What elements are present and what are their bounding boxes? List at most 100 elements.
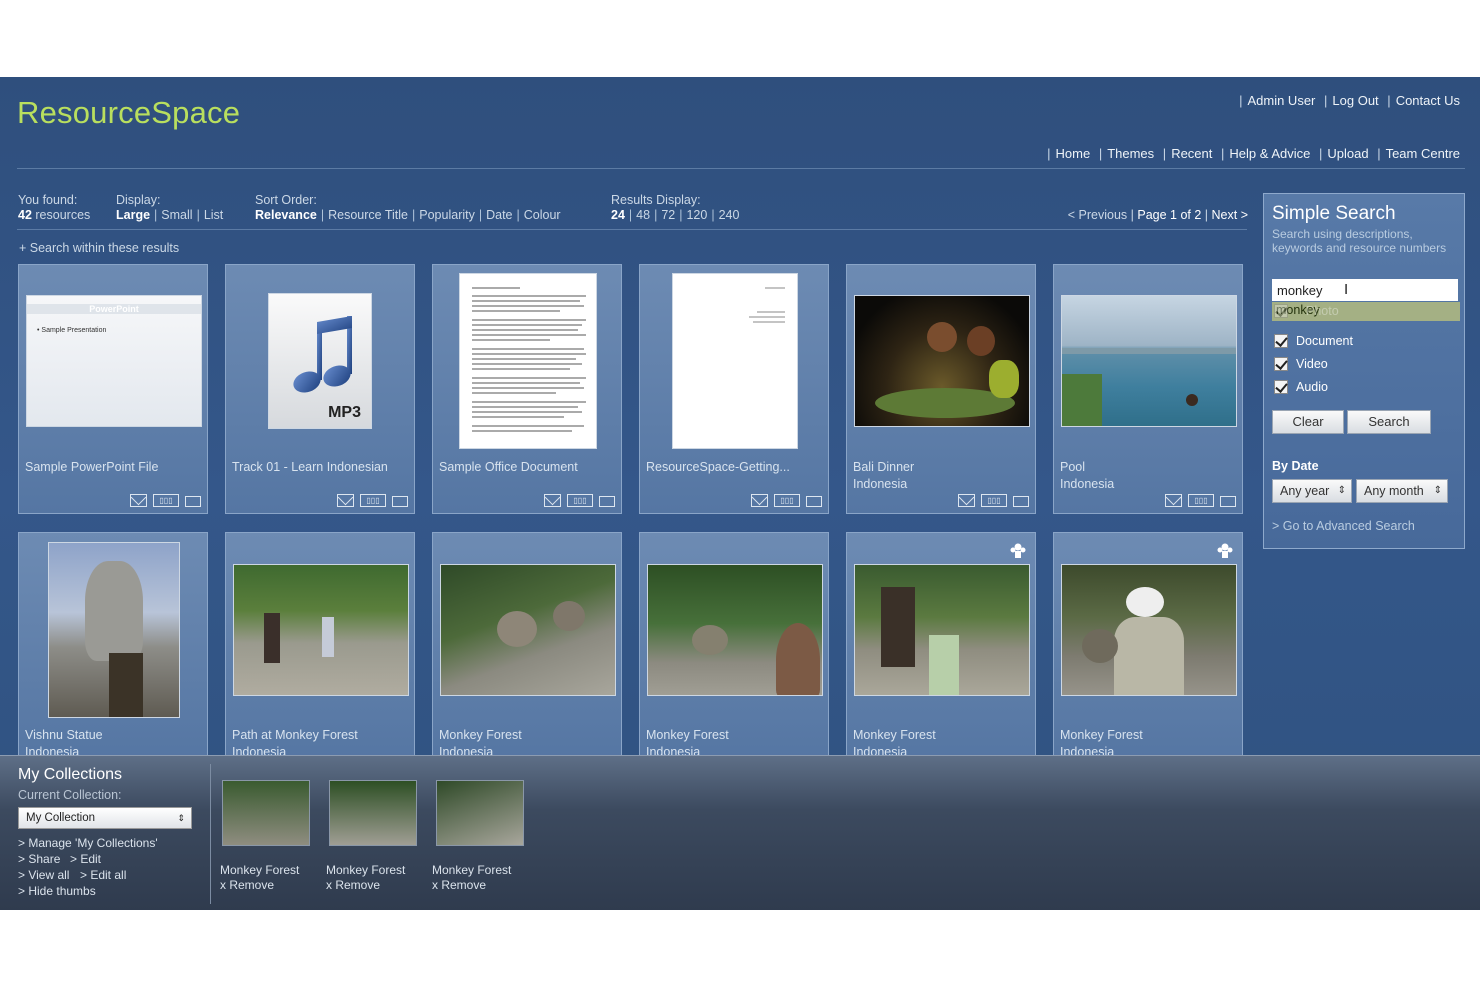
add-to-collection-icon[interactable]: ▯▯▯	[360, 494, 386, 507]
email-icon[interactable]	[130, 494, 147, 507]
resource-thumbnail[interactable]	[854, 564, 1030, 696]
search-button[interactable]: Search	[1347, 410, 1431, 434]
nav-themes[interactable]: Themes	[1107, 146, 1154, 161]
manage-collections-link[interactable]: > Manage 'My Collections'	[18, 836, 158, 850]
contact-us-link[interactable]: Contact Us	[1396, 93, 1460, 108]
advanced-search-link[interactable]: > Go to Advanced Search	[1272, 519, 1415, 533]
type-photo[interactable]: Photo	[1274, 304, 1339, 318]
next-link[interactable]: Next >	[1212, 208, 1248, 222]
resource-title[interactable]: ResourceSpace-Getting...	[646, 459, 790, 476]
remove-link[interactable]: x Remove	[220, 878, 299, 893]
display-large[interactable]: Large	[116, 208, 150, 222]
sort-popularity[interactable]: Popularity	[419, 208, 475, 222]
display-list[interactable]: List	[204, 208, 223, 222]
share-link[interactable]: > Share	[18, 852, 60, 866]
resource-title-text[interactable]: Pool	[1060, 459, 1114, 476]
resource-thumbnail[interactable]	[459, 273, 597, 449]
per-page-72[interactable]: 72	[661, 208, 675, 222]
resource-tile[interactable]: Monkey Forest Indonesia	[639, 532, 829, 762]
edit-all-link[interactable]: > Edit all	[80, 868, 126, 882]
email-icon[interactable]	[337, 494, 354, 507]
resource-thumbnail[interactable]	[48, 542, 180, 718]
type-video[interactable]: Video	[1274, 357, 1328, 371]
sort-date[interactable]: Date	[486, 208, 512, 222]
preview-icon[interactable]	[806, 496, 822, 507]
type-document[interactable]: Document	[1274, 334, 1353, 348]
resource-tile[interactable]: Pool Indonesia ▯▯▯	[1053, 264, 1243, 514]
collection-thumbnail[interactable]	[329, 780, 417, 846]
previous-link[interactable]: < Previous	[1068, 208, 1127, 222]
collection-select[interactable]: My Collection ⇕	[18, 807, 192, 829]
nav-team-centre[interactable]: Team Centre	[1386, 146, 1460, 161]
resource-title-text[interactable]: Monkey Forest	[1060, 727, 1143, 744]
search-input[interactable]	[1272, 279, 1458, 301]
resource-thumbnail[interactable]	[1061, 564, 1237, 696]
sort-relevance[interactable]: Relevance	[255, 208, 317, 222]
add-to-collection-icon[interactable]: ▯▯▯	[981, 494, 1007, 507]
preview-icon[interactable]	[185, 496, 201, 507]
resource-title[interactable]: Sample Office Document	[439, 459, 578, 476]
logo[interactable]: ResourceSpace	[17, 95, 240, 131]
resource-tile[interactable]: Sample Office Document ▯▯▯	[432, 264, 622, 514]
resource-tile[interactable]: Path at Monkey Forest Indonesia	[225, 532, 415, 762]
remove-link[interactable]: x Remove	[432, 878, 511, 893]
hide-thumbs-link[interactable]: > Hide thumbs	[18, 884, 96, 898]
log-out-link[interactable]: Log Out	[1332, 93, 1378, 108]
nav-home[interactable]: Home	[1056, 146, 1091, 161]
resource-thumbnail[interactable]	[672, 273, 798, 449]
email-icon[interactable]	[1165, 494, 1182, 507]
resource-tile[interactable]: PowerPoint • Sample Presentation Sample …	[18, 264, 208, 514]
view-all-link[interactable]: > View all	[18, 868, 69, 882]
resource-thumbnail[interactable]	[440, 564, 616, 696]
resource-tile[interactable]: Monkey Forest Indonesia	[1053, 532, 1243, 762]
resource-title-text[interactable]: Monkey Forest	[439, 727, 522, 744]
resource-tile[interactable]: Bali Dinner Indonesia ▯▯▯	[846, 264, 1036, 514]
collection-thumbnail[interactable]	[436, 780, 524, 846]
nav-help[interactable]: Help & Advice	[1229, 146, 1310, 161]
nav-recent[interactable]: Recent	[1171, 146, 1212, 161]
preview-icon[interactable]	[1220, 496, 1236, 507]
preview-icon[interactable]	[392, 496, 408, 507]
resource-title-text[interactable]: Vishnu Statue	[25, 727, 103, 744]
photo-checkbox[interactable]	[1274, 304, 1288, 318]
month-select[interactable]: Any month ⇕	[1356, 479, 1448, 503]
document-checkbox[interactable]	[1274, 334, 1288, 348]
resource-tile[interactable]: Monkey Forest Indonesia	[432, 532, 622, 762]
remove-link[interactable]: x Remove	[326, 878, 405, 893]
resource-tile[interactable]: Monkey Forest Indonesia	[846, 532, 1036, 762]
resource-thumbnail[interactable]: PowerPoint • Sample Presentation	[26, 295, 202, 427]
resource-title[interactable]: Sample PowerPoint File	[25, 459, 158, 476]
mp3-icon[interactable]: MP3	[268, 293, 372, 429]
edit-link[interactable]: > Edit	[70, 852, 101, 866]
display-small[interactable]: Small	[161, 208, 192, 222]
audio-checkbox[interactable]	[1274, 380, 1288, 394]
resource-title[interactable]: Track 01 - Learn Indonesian	[232, 459, 388, 476]
resource-tile[interactable]: Vishnu Statue Indonesia	[18, 532, 208, 762]
admin-user-link[interactable]: Admin User	[1247, 93, 1315, 108]
resource-thumbnail[interactable]	[854, 295, 1030, 427]
add-to-collection-icon[interactable]: ▯▯▯	[567, 494, 593, 507]
resource-thumbnail[interactable]	[1061, 295, 1237, 427]
clear-button[interactable]: Clear	[1272, 410, 1344, 434]
resource-title-text[interactable]: Path at Monkey Forest	[232, 727, 358, 744]
email-icon[interactable]	[544, 494, 561, 507]
per-page-48[interactable]: 48	[636, 208, 650, 222]
email-icon[interactable]	[958, 494, 975, 507]
resource-title-text[interactable]: Monkey Forest	[853, 727, 936, 744]
add-to-collection-icon[interactable]: ▯▯▯	[1188, 494, 1214, 507]
type-audio[interactable]: Audio	[1274, 380, 1328, 394]
collection-thumbnail[interactable]	[222, 780, 310, 846]
nav-upload[interactable]: Upload	[1327, 146, 1368, 161]
per-page-120[interactable]: 120	[686, 208, 707, 222]
preview-icon[interactable]	[1013, 496, 1029, 507]
add-to-collection-icon[interactable]: ▯▯▯	[774, 494, 800, 507]
resource-title-text[interactable]: Monkey Forest	[646, 727, 729, 744]
preview-icon[interactable]	[599, 496, 615, 507]
resource-tile[interactable]: ResourceSpace-Getting... ▯▯▯	[639, 264, 829, 514]
per-page-24[interactable]: 24	[611, 208, 625, 222]
per-page-240[interactable]: 240	[719, 208, 740, 222]
resource-thumbnail[interactable]	[233, 564, 409, 696]
search-within-link[interactable]: + Search within these results	[19, 241, 179, 255]
video-checkbox[interactable]	[1274, 357, 1288, 371]
year-select[interactable]: Any year ⇕	[1272, 479, 1352, 503]
